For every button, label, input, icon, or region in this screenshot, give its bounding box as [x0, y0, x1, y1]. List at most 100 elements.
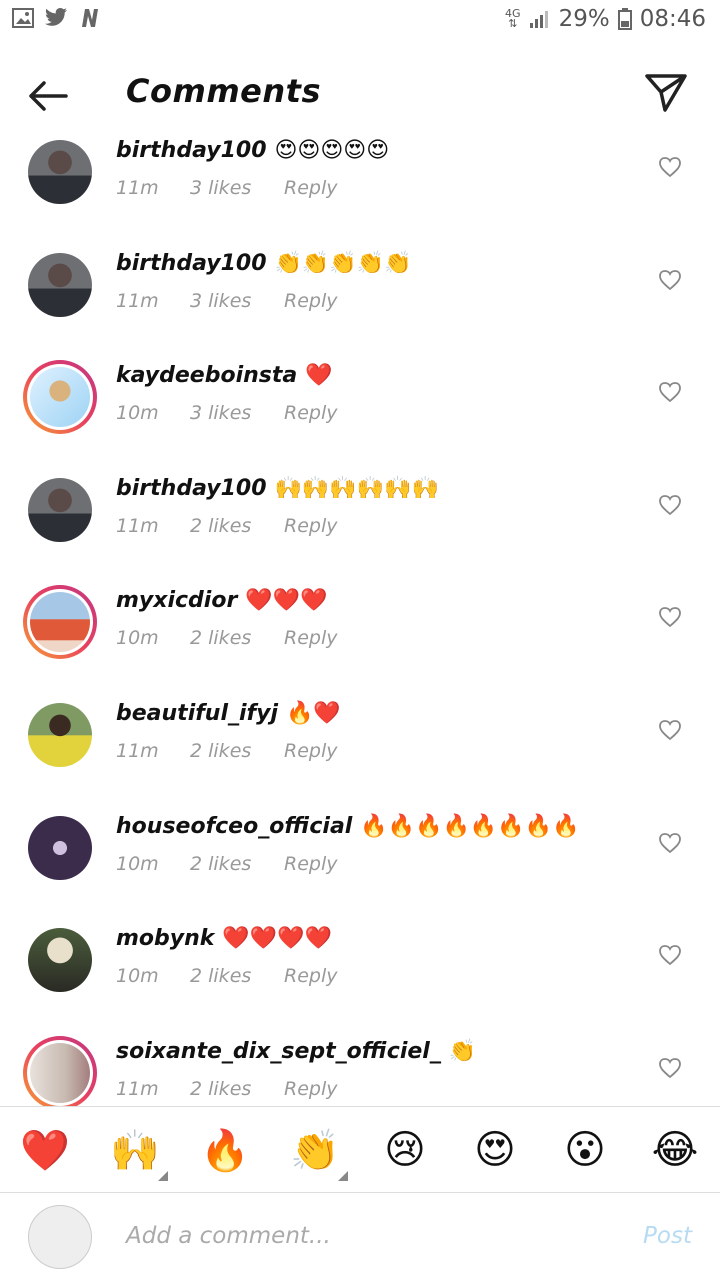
like-count[interactable]: 2 likes	[190, 515, 284, 537]
like-count[interactable]: 3 likes	[190, 177, 284, 199]
quick-reactions-bar: ❤️ 🙌 🔥 👏 😢 😍 😮 😂	[0, 1106, 720, 1193]
avatar[interactable]	[28, 252, 92, 317]
heart-icon[interactable]	[658, 1057, 682, 1079]
avatar[interactable]	[28, 815, 92, 880]
heart-icon[interactable]	[658, 719, 682, 741]
heart-icon[interactable]	[658, 944, 682, 966]
reaction-emoji-button[interactable]: 😂	[630, 1107, 720, 1193]
comment-input[interactable]: Add a comment...	[126, 1223, 331, 1249]
heart-icon[interactable]	[658, 832, 682, 854]
heart-icon[interactable]	[658, 494, 682, 516]
twitter-icon	[45, 8, 67, 26]
heart-icon[interactable]	[658, 381, 682, 403]
network-label: 4G	[505, 7, 521, 20]
username[interactable]: beautiful_ifyj	[116, 701, 278, 726]
comment-emoji: ❤️	[305, 363, 333, 389]
like-count[interactable]: 2 likes	[190, 627, 284, 649]
like-count[interactable]: 2 likes	[190, 853, 284, 875]
avatar	[28, 1205, 92, 1269]
comment-row: birthday100 👏👏👏👏👏 11m 3 likes Reply	[0, 245, 720, 358]
reaction-emoji: ❤️	[20, 1127, 70, 1174]
comment-text: kaydeeboinsta ❤️	[116, 363, 333, 388]
network-indicator: 4G ⇅	[505, 7, 521, 30]
comments-list[interactable]: birthday100 😍😍😍😍😍 11m 3 likes Reply birth…	[0, 132, 720, 1106]
reply-button[interactable]: Reply	[284, 965, 337, 987]
page-title: Comments	[126, 72, 321, 110]
username[interactable]: houseofceo_official	[116, 814, 352, 839]
header: Comments	[0, 44, 720, 140]
status-left-icons	[12, 8, 100, 28]
comment-text: beautiful_ifyj 🔥❤️	[116, 701, 341, 726]
reaction-emoji-button[interactable]: ❤️	[0, 1107, 90, 1193]
username[interactable]: birthday100	[116, 476, 267, 501]
like-count[interactable]: 3 likes	[190, 290, 284, 312]
comment-text: birthday100 😍😍😍😍😍	[116, 138, 389, 163]
reaction-emoji-button[interactable]: 😍	[450, 1107, 540, 1193]
avatar[interactable]	[28, 477, 92, 542]
reply-button[interactable]: Reply	[284, 740, 337, 762]
comment-text: myxicdior ❤️❤️❤️	[116, 588, 327, 613]
username[interactable]: birthday100	[116, 251, 267, 276]
reaction-emoji-button[interactable]: 🔥	[180, 1107, 270, 1193]
comment-row: beautiful_ifyj 🔥❤️ 11m 2 likes Reply	[0, 695, 720, 808]
comment-emoji: 🙌🙌🙌🙌🙌🙌	[274, 475, 439, 501]
comment-row: birthday100 😍😍😍😍😍 11m 3 likes Reply	[0, 132, 720, 245]
avatar[interactable]	[23, 360, 97, 435]
comment-time: 10m	[116, 965, 159, 988]
reaction-emoji-button[interactable]: 👏	[270, 1107, 360, 1193]
image-icon	[12, 8, 34, 28]
comment-emoji: 🔥❤️	[286, 700, 341, 726]
reply-button[interactable]: Reply	[284, 853, 337, 875]
reaction-emoji-button[interactable]: 😮	[540, 1107, 630, 1193]
n-icon	[82, 9, 98, 27]
comment-meta: 11m 3 likes Reply	[116, 177, 337, 199]
avatar[interactable]	[28, 140, 92, 204]
reaction-emoji: 😢	[384, 1127, 426, 1173]
reaction-emoji: 😮	[564, 1127, 606, 1173]
reaction-emoji: 🙌	[110, 1127, 160, 1174]
heart-icon[interactable]	[658, 269, 682, 291]
comment-time: 10m	[116, 402, 159, 425]
reply-button[interactable]: Reply	[284, 402, 337, 424]
like-count[interactable]: 2 likes	[190, 965, 284, 987]
username[interactable]: kaydeeboinsta	[116, 363, 297, 388]
username[interactable]: soixante_dix_sept_officiel_	[116, 1039, 441, 1064]
like-count[interactable]: 2 likes	[190, 740, 284, 762]
comment-time: 11m	[116, 1077, 159, 1100]
back-arrow-icon[interactable]	[24, 72, 72, 120]
reply-button[interactable]: Reply	[284, 1078, 337, 1100]
comment-row: birthday100 🙌🙌🙌🙌🙌🙌 11m 2 likes Reply	[0, 470, 720, 583]
like-count[interactable]: 2 likes	[190, 1078, 284, 1100]
comment-emoji: 😍😍😍😍😍	[274, 138, 390, 163]
like-count[interactable]: 3 likes	[190, 402, 284, 424]
avatar[interactable]	[28, 702, 92, 767]
comment-text: birthday100 👏👏👏👏👏	[116, 251, 411, 276]
comment-meta: 10m 3 likes Reply	[116, 402, 337, 424]
send-icon[interactable]	[642, 68, 690, 116]
reaction-emoji-button[interactable]: 🙌	[90, 1107, 180, 1193]
comment-meta: 11m 2 likes Reply	[116, 1078, 337, 1100]
avatar[interactable]	[23, 1035, 97, 1106]
avatar[interactable]	[28, 928, 92, 993]
comment-emoji: 👏👏👏👏👏	[274, 250, 412, 276]
comment-time: 10m	[116, 852, 159, 875]
comment-time: 11m	[116, 739, 159, 762]
username[interactable]: mobynk	[116, 926, 214, 951]
heart-icon[interactable]	[658, 156, 682, 178]
comment-time: 11m	[116, 514, 159, 537]
comment-meta: 11m 2 likes Reply	[116, 515, 337, 537]
avatar[interactable]	[23, 585, 97, 660]
username[interactable]: myxicdior	[116, 588, 237, 613]
reply-button[interactable]: Reply	[284, 627, 337, 649]
post-button[interactable]: Post	[643, 1223, 692, 1249]
reply-button[interactable]: Reply	[284, 290, 337, 312]
heart-icon[interactable]	[658, 606, 682, 628]
more-variants-indicator	[158, 1171, 168, 1181]
username[interactable]: birthday100	[116, 138, 267, 163]
status-bar: 4G ⇅ 29% 08:46	[0, 0, 720, 44]
battery-percent: 29%	[558, 6, 610, 32]
reply-button[interactable]: Reply	[284, 515, 337, 537]
comment-row: soixante_dix_sept_officiel_ 👏 11m 2 likes…	[0, 1033, 720, 1106]
reaction-emoji-button[interactable]: 😢	[360, 1107, 450, 1193]
reply-button[interactable]: Reply	[284, 177, 337, 199]
